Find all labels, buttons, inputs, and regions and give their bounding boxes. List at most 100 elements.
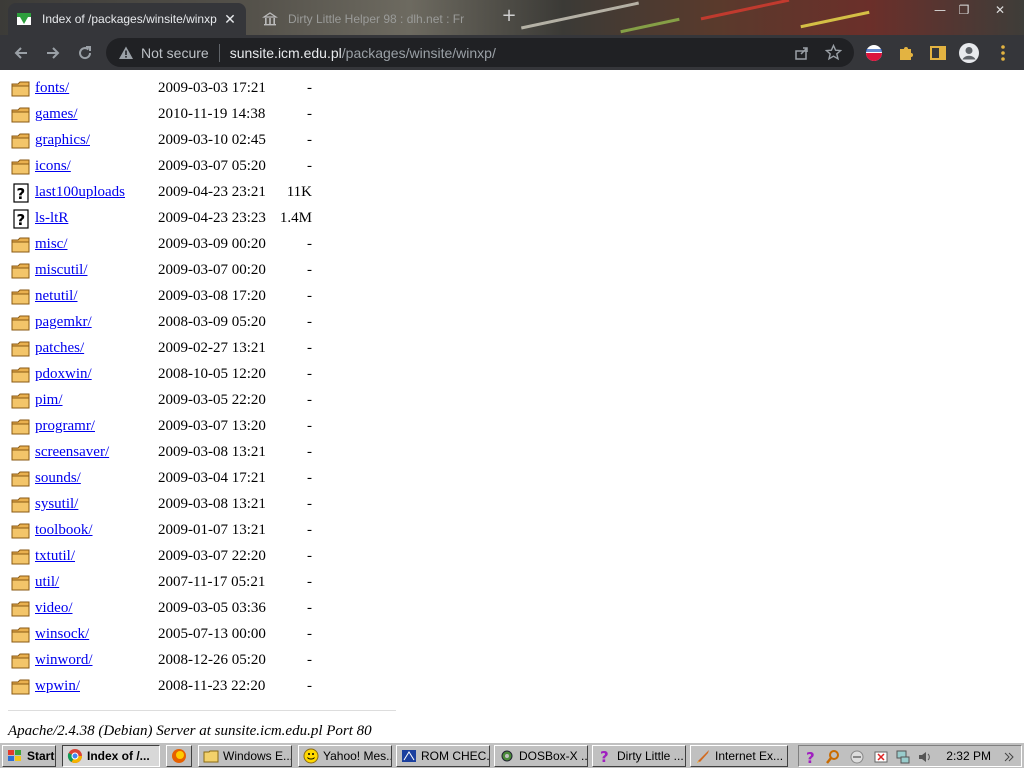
maximize-icon[interactable]: ❐ bbox=[948, 2, 980, 18]
entry-link[interactable]: screensaver/ bbox=[35, 444, 109, 461]
back-button[interactable] bbox=[8, 40, 34, 66]
taskbar-button-label: Internet Ex... bbox=[715, 749, 784, 763]
entry-link[interactable]: patches/ bbox=[35, 340, 84, 357]
listing-row: graphics/2009-03-10 02:45 - bbox=[0, 128, 400, 154]
windows-logo-icon bbox=[8, 750, 21, 761]
entry-link[interactable]: pdoxwin/ bbox=[35, 366, 92, 383]
listing-row: ? last100uploads 2009-04-23 23:21 11K bbox=[0, 180, 400, 206]
language-flag-button[interactable] bbox=[861, 40, 887, 66]
gear-icon bbox=[501, 750, 513, 762]
entry-date: 2009-03-09 00:20 bbox=[158, 236, 266, 252]
entry-link[interactable]: icons/ bbox=[35, 158, 71, 175]
folder-icon bbox=[11, 81, 30, 97]
server-signature: Apache/2.4.38 (Debian) Server at sunsite… bbox=[8, 723, 372, 739]
entry-link[interactable]: txtutil/ bbox=[35, 548, 75, 565]
folder-icon bbox=[11, 497, 30, 513]
side-panel-button[interactable] bbox=[925, 40, 951, 66]
taskbar-button-label: ROM CHEC... bbox=[421, 749, 490, 763]
folder-icon bbox=[203, 750, 219, 763]
entry-link[interactable]: games/ bbox=[35, 106, 78, 123]
entry-link[interactable]: miscutil/ bbox=[35, 262, 88, 279]
forward-button[interactable] bbox=[40, 40, 66, 66]
bookmark-star-icon[interactable] bbox=[825, 44, 842, 61]
entry-link[interactable]: video/ bbox=[35, 600, 73, 617]
new-tab-button[interactable]: + bbox=[500, 7, 518, 25]
entry-size: - bbox=[307, 678, 312, 694]
entry-link[interactable]: winsock/ bbox=[35, 626, 89, 643]
taskbar-button[interactable]: Windows E... bbox=[198, 745, 292, 767]
taskbar-button[interactable]: DOSBox-X ... bbox=[494, 745, 588, 767]
reload-button[interactable] bbox=[72, 40, 98, 66]
folder-icon bbox=[11, 575, 30, 591]
taskbar-clock[interactable]: 2:32 PM bbox=[946, 749, 991, 763]
folder-icon bbox=[11, 107, 30, 123]
entry-date: 2009-04-23 23:21 bbox=[158, 184, 266, 200]
entry-size: - bbox=[307, 444, 312, 460]
entry-link[interactable]: sysutil/ bbox=[35, 496, 78, 513]
close-tab-icon[interactable]: ✕ bbox=[222, 11, 238, 28]
network-icon[interactable] bbox=[895, 749, 911, 765]
taskbar-button[interactable] bbox=[166, 745, 192, 767]
help-icon: ? bbox=[600, 748, 609, 764]
taskbar-button[interactable]: Internet Ex... bbox=[690, 745, 788, 767]
volume-icon[interactable] bbox=[917, 749, 933, 765]
taskbar-button[interactable]: ROM CHEC... bbox=[396, 745, 490, 767]
directory-listing-page: fonts/2009-03-03 17:21- games/2010-11-19 … bbox=[0, 70, 1024, 742]
entry-size: - bbox=[307, 470, 312, 486]
warning-icon[interactable] bbox=[118, 45, 134, 61]
wallpaper-streak bbox=[800, 10, 870, 29]
magnifier-icon[interactable] bbox=[825, 749, 841, 765]
help-icon[interactable]: ? bbox=[803, 749, 819, 765]
entry-size: - bbox=[307, 80, 312, 96]
entry-link[interactable]: pim/ bbox=[35, 392, 63, 409]
entry-date: 2009-03-07 00:20 bbox=[158, 262, 266, 278]
entry-link[interactable]: netutil/ bbox=[35, 288, 78, 305]
entry-date: 2009-02-27 13:21 bbox=[158, 340, 266, 356]
listing-row: pdoxwin/2008-10-05 12:20 - bbox=[0, 362, 400, 388]
entry-link[interactable]: util/ bbox=[35, 574, 59, 591]
entry-link[interactable]: programr/ bbox=[35, 418, 95, 435]
tab-dirty-little-helper[interactable]: Dirty Little Helper 98 : dlh.net : Fr bbox=[254, 3, 492, 35]
listing-row: pagemkr/2008-03-09 05:20 - bbox=[0, 310, 400, 336]
tab-index-of-winxp[interactable]: Index of /packages/winsite/winxp ✕ bbox=[8, 3, 246, 35]
entry-date: 2009-03-07 22:20 bbox=[158, 548, 266, 564]
extensions-button[interactable] bbox=[893, 40, 919, 66]
entry-size: - bbox=[307, 496, 312, 512]
listing-row: miscutil/2009-03-07 00:20 - bbox=[0, 258, 400, 284]
security-status-text[interactable]: Not secure bbox=[141, 45, 209, 61]
unknown-file-icon: ? bbox=[13, 183, 29, 203]
profile-button[interactable] bbox=[956, 40, 982, 66]
entry-link[interactable]: sounds/ bbox=[35, 470, 81, 487]
listing-row: toolbook/2009-01-07 13:21 - bbox=[0, 518, 400, 544]
entry-link[interactable]: fonts/ bbox=[35, 80, 69, 97]
entry-date: 2009-03-03 17:21 bbox=[158, 80, 266, 96]
entry-link[interactable]: graphics/ bbox=[35, 132, 90, 149]
puzzle-icon bbox=[900, 47, 913, 60]
entry-link[interactable]: last100uploads bbox=[35, 184, 125, 201]
entry-size: - bbox=[307, 158, 312, 174]
share-icon[interactable] bbox=[794, 45, 810, 61]
taskbar-button[interactable]: ? Dirty Little ... bbox=[592, 745, 686, 767]
listing-row: icons/2009-03-07 05:20 - bbox=[0, 154, 400, 180]
entry-link[interactable]: winword/ bbox=[35, 652, 93, 669]
taskbar-button[interactable]: Yahoo! Mes... bbox=[298, 745, 392, 767]
disc-icon[interactable] bbox=[849, 749, 865, 765]
taskbar-button[interactable]: Index of /... bbox=[62, 745, 160, 767]
folder-icon bbox=[11, 419, 30, 435]
entry-size: - bbox=[307, 392, 312, 408]
security-shield-icon[interactable] bbox=[873, 749, 889, 765]
rocket-icon bbox=[697, 750, 709, 763]
app-icon bbox=[402, 750, 416, 762]
entry-link[interactable]: wpwin/ bbox=[35, 678, 80, 695]
entry-link[interactable]: toolbook/ bbox=[35, 522, 93, 539]
entry-link[interactable]: misc/ bbox=[35, 236, 68, 253]
window-close-icon[interactable]: ✕ bbox=[984, 2, 1016, 18]
address-bar[interactable]: Not secure sunsite.icm.edu.pl/packages/w… bbox=[106, 38, 854, 67]
start-button[interactable]: Start bbox=[2, 745, 56, 767]
entry-link[interactable]: ls-ltR bbox=[35, 210, 68, 227]
show-desktop-icon[interactable] bbox=[1001, 749, 1017, 765]
entry-link[interactable]: pagemkr/ bbox=[35, 314, 92, 331]
entry-date: 2009-03-08 13:21 bbox=[158, 444, 266, 460]
entry-date: 2009-01-07 13:21 bbox=[158, 522, 266, 538]
menu-button[interactable] bbox=[990, 40, 1016, 66]
